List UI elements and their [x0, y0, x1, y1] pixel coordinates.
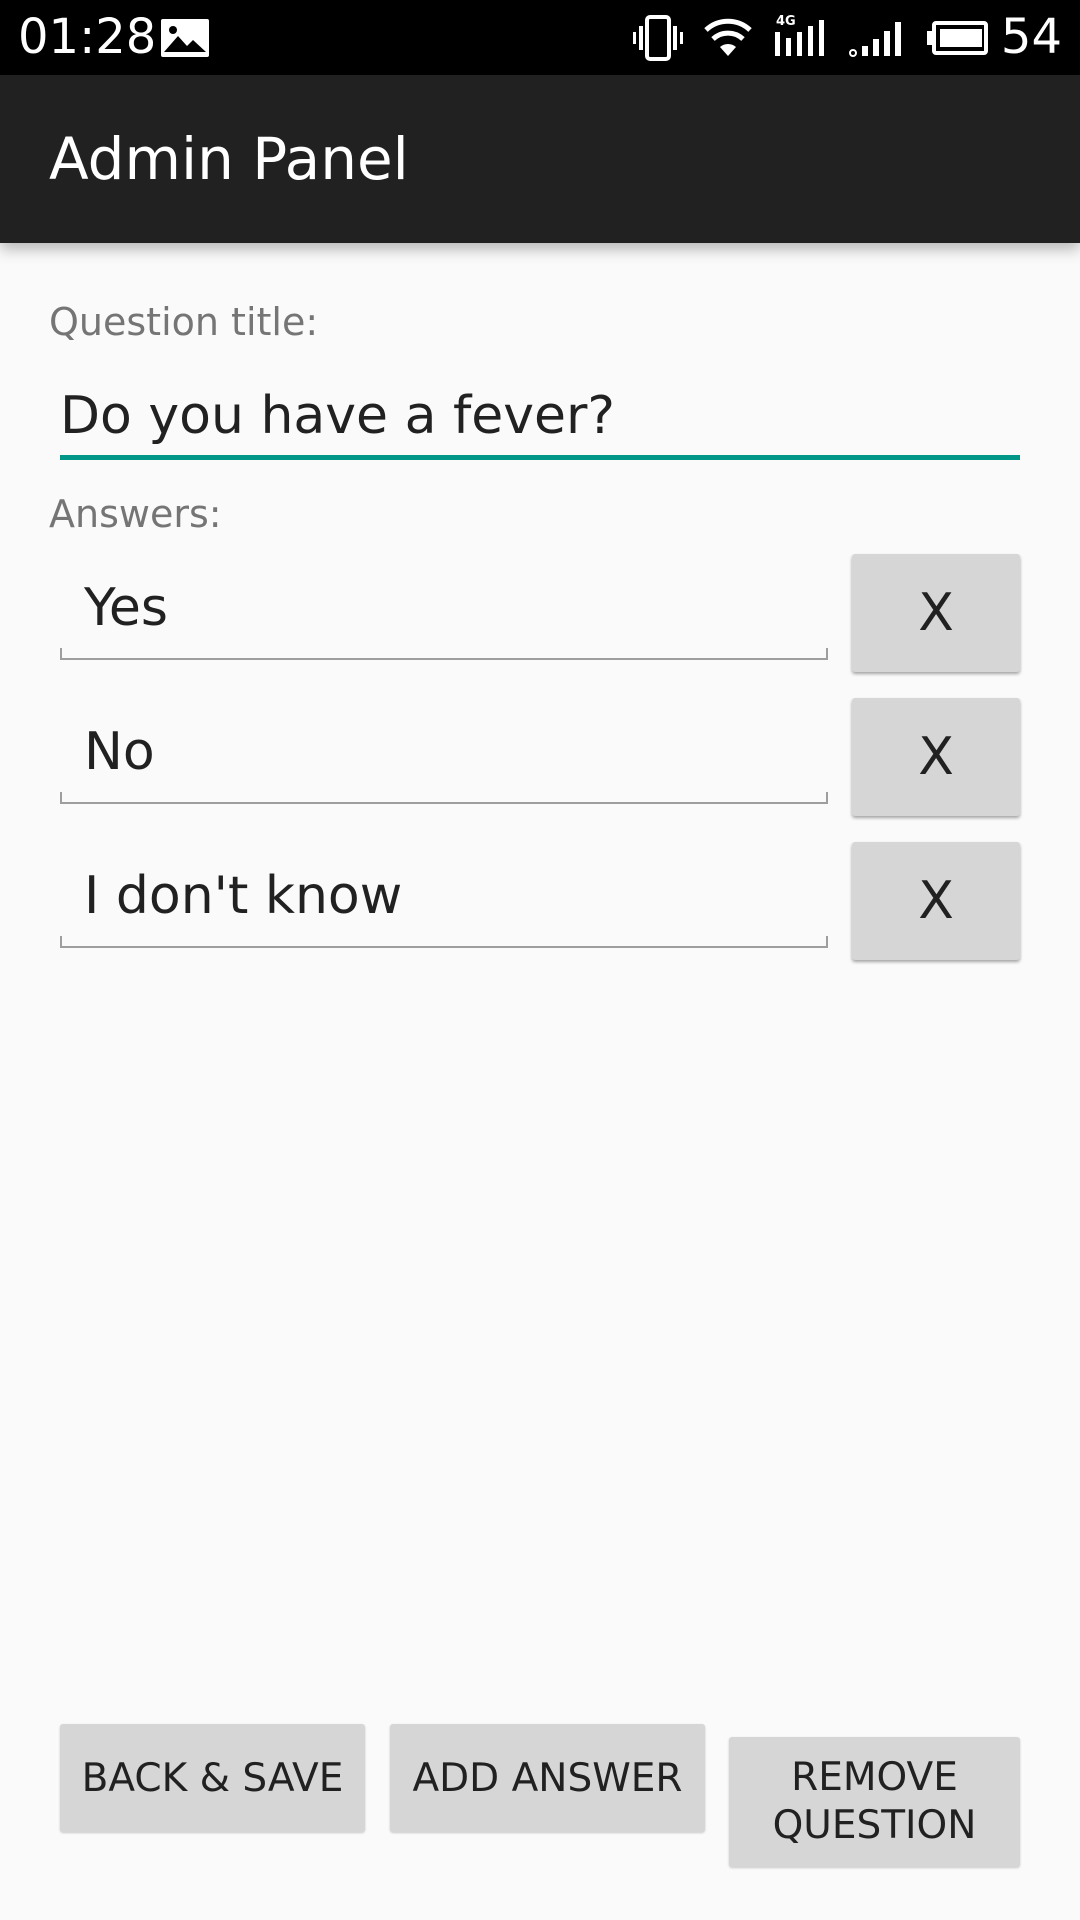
status-bar: 01:28 4G 54 — [0, 0, 1080, 75]
remove-answer-button[interactable]: X — [852, 554, 1020, 672]
answer-input[interactable]: No — [60, 698, 828, 804]
question-title-input[interactable]: Do you have a fever? — [60, 380, 1020, 460]
remove-question-button[interactable]: REMOVE QUESTION — [729, 1737, 1020, 1867]
wifi-icon — [704, 18, 752, 56]
question-title-value: Do you have a fever? — [60, 386, 616, 446]
app-bar: Admin Panel — [0, 75, 1080, 243]
4g-signal-icon: 4G — [775, 14, 824, 56]
answer-value: I don't know — [84, 866, 403, 926]
svg-text:4G: 4G — [776, 14, 796, 29]
question-title-label: Question title: — [49, 300, 319, 344]
add-answer-button[interactable]: ADD ANSWER — [390, 1724, 705, 1832]
answer-input[interactable]: I don't know — [60, 842, 828, 948]
answers-label: Answers: — [49, 492, 222, 536]
status-time: 01:28 — [18, 9, 157, 65]
battery-icon — [927, 21, 988, 55]
back-and-save-button[interactable]: BACK & SAVE — [60, 1724, 365, 1832]
answer-input[interactable]: Yes — [60, 554, 828, 660]
remove-question-label-line2: QUESTION — [772, 1803, 977, 1848]
remove-answer-button[interactable]: X — [852, 842, 1020, 960]
answer-value: Yes — [84, 578, 168, 638]
battery-level: 54 — [1000, 9, 1062, 65]
answer-row: No X — [60, 698, 1020, 816]
image-icon — [161, 19, 209, 57]
remove-answer-button[interactable]: X — [852, 698, 1020, 816]
answer-value: No — [84, 722, 155, 782]
signal-icon — [849, 22, 901, 57]
app-title: Admin Panel — [49, 125, 409, 193]
answer-row: I don't know X — [60, 842, 1020, 960]
answer-row: Yes X — [60, 554, 1020, 672]
vibrate-icon — [633, 15, 683, 61]
remove-question-label-line1: REMOVE — [791, 1755, 958, 1800]
